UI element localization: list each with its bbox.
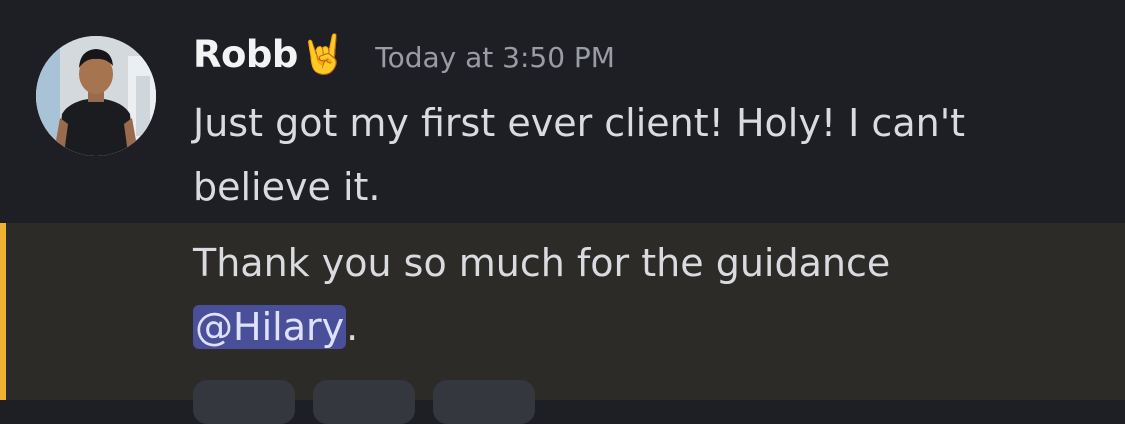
sign-of-the-horns-emoji: 🤘 [299,32,348,76]
avatar-photo [36,36,156,156]
reaction-button[interactable] [313,380,415,424]
message-timestamp[interactable]: Today at 3:50 PM [375,41,615,74]
reaction-button[interactable] [433,380,535,424]
message-text-line: @Hilary. [193,295,358,359]
avatar[interactable] [36,36,156,156]
message-text-suffix: . [346,305,359,349]
user-mention[interactable]: @Hilary [193,305,347,349]
author-name[interactable]: Robb [193,33,298,76]
mention-indicator-bar [0,223,6,400]
message-text-line: believe it. [193,165,381,209]
reaction-button[interactable] [193,380,295,424]
message-text-line: Thank you so much for the guidance [193,241,891,285]
message-header: Robb 🤘 Today at 3:50 PM [193,32,615,88]
message-text-line: Just got my first ever client! Holy! I c… [193,101,966,145]
